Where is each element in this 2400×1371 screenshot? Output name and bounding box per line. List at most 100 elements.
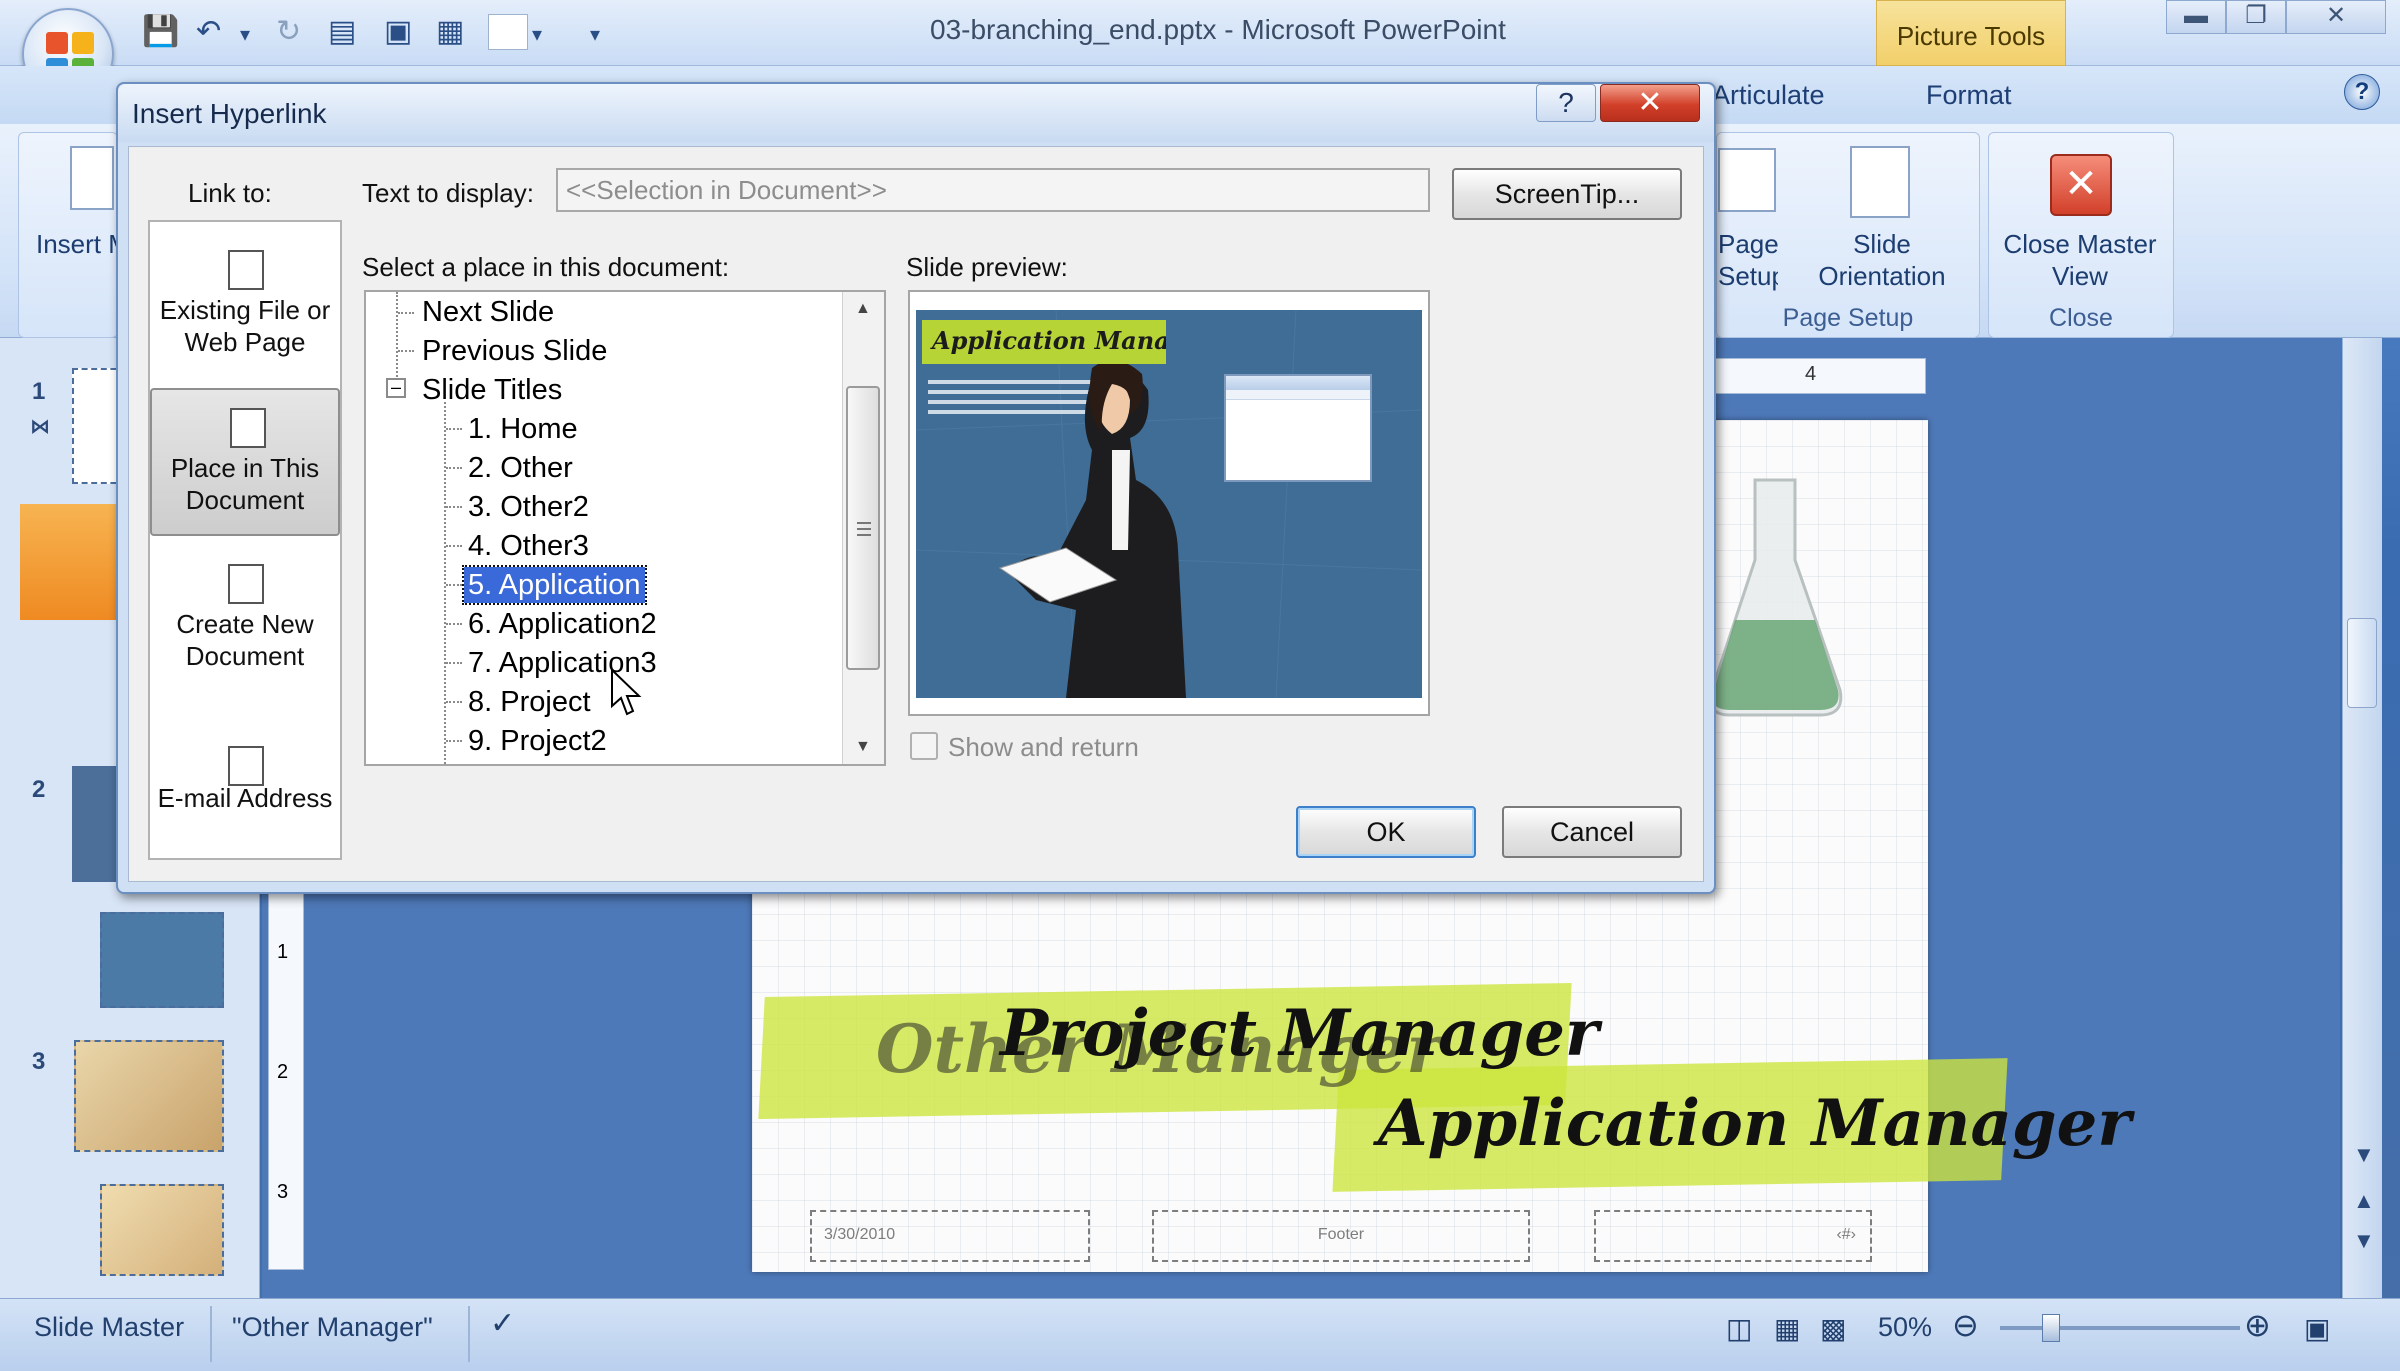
slide-number-1: 1 [32, 378, 46, 405]
new-slide-icon[interactable]: ▣ [384, 14, 412, 49]
help-icon[interactable]: ? [2344, 74, 2380, 110]
undo-dropdown-icon[interactable]: ▾ [240, 22, 250, 47]
link-to-email-address[interactable]: E-mail Address [150, 730, 340, 840]
slide-thumbnail-3-layout[interactable] [100, 1184, 224, 1276]
insert-master-label[interactable]: Insert Mas [36, 228, 116, 260]
zoom-slider-thumb[interactable] [2042, 1314, 2060, 1342]
vruler-mark-1: 1 [277, 941, 289, 963]
status-separator [210, 1306, 212, 1362]
tree-item-next-slide[interactable]: Next Slide [418, 294, 558, 330]
link-to-existing-file[interactable]: Existing File or Web Page [150, 236, 340, 386]
print-preview-icon[interactable]: ▤ [328, 14, 356, 49]
collapse-icon[interactable]: – [386, 378, 406, 398]
vertical-scrollbar[interactable]: ▼ ▲ ▼ [2342, 338, 2382, 1298]
footer-placeholder[interactable]: Footer [1152, 1210, 1530, 1262]
spell-check-icon[interactable]: ✓ [490, 1306, 515, 1341]
tree-item-slide[interactable]: 9. Project2 [464, 723, 611, 759]
select-place-label: Select a place in this document: [362, 252, 730, 282]
redo-icon[interactable]: ↻ [276, 14, 301, 49]
dialog-title: Insert Hyperlink [132, 98, 327, 129]
tree-item-slide[interactable]: 3. Other2 [464, 489, 593, 525]
dialog-close-button[interactable]: ✕ [1600, 84, 1700, 122]
ok-button[interactable]: OK [1296, 806, 1476, 858]
date-placeholder[interactable]: 3/30/2010 [810, 1210, 1090, 1262]
next-slide-icon[interactable]: ▼ [2353, 1228, 2375, 1254]
zoom-in-icon[interactable]: ⊕ [2244, 1306, 2271, 1344]
quick-access-dropdown-icon[interactable]: ▾ [532, 22, 542, 47]
slide-thumbnail-3[interactable] [74, 1040, 224, 1152]
picture-tools-tab: Picture Tools [1876, 0, 2066, 66]
customize-toolbar-icon[interactable]: ▾ [590, 22, 600, 47]
close-group-label: Close [2049, 304, 2113, 332]
page-setup-label[interactable]: Page Setup [1718, 228, 1778, 292]
slide-number-2: 2 [32, 776, 46, 803]
scroll-up-icon[interactable]: ▲ [855, 300, 871, 318]
vruler-mark-2: 2 [277, 1061, 289, 1083]
slide-preview-image [916, 310, 1422, 698]
save-icon[interactable]: 💾 [142, 14, 179, 49]
minimize-button[interactable]: ▬ [2166, 0, 2226, 34]
slide-thumbnail-2-layout[interactable] [100, 912, 224, 1008]
show-and-return-checkbox[interactable] [910, 732, 938, 760]
vruler-mark-3: 3 [277, 1181, 289, 1203]
zoom-out-icon[interactable]: ⊖ [1952, 1306, 1979, 1344]
link-to-new-document[interactable]: Create New Document [150, 558, 340, 708]
text-to-display-label: Text to display: [362, 178, 534, 208]
previous-slide-icon[interactable]: ▲ [2353, 1188, 2375, 1214]
hruler-mark-4: 4 [1805, 363, 1817, 385]
slide-number-3: 3 [32, 1048, 46, 1075]
tree-item-previous-slide[interactable]: Previous Slide [418, 333, 611, 369]
dialog-title-bar [118, 84, 1714, 142]
insert-master-icon[interactable] [70, 146, 114, 210]
show-and-return-label[interactable]: Show and return [948, 732, 1139, 763]
close-master-view-icon[interactable]: ✕ [2050, 154, 2112, 216]
tab-format[interactable]: Format [1926, 80, 2012, 111]
slide-thumbnail-1-layout[interactable] [20, 504, 120, 620]
slide-sorter-icon[interactable]: ▦ [1774, 1312, 1800, 1345]
tree-item-slide-selected[interactable]: 5. Application [462, 565, 647, 605]
cancel-button[interactable]: Cancel [1502, 806, 1682, 858]
zoom-level[interactable]: 50% [1878, 1312, 1932, 1343]
flask-image[interactable] [1700, 470, 1850, 720]
link-to-place-in-document[interactable]: Place in This Document [150, 388, 340, 536]
fit-to-window-icon[interactable]: ▣ [2304, 1312, 2330, 1345]
undo-icon[interactable]: ↶ [196, 14, 221, 49]
text-to-display-input[interactable] [556, 168, 1430, 212]
page-setup-icon[interactable] [1718, 148, 1776, 212]
screentip-button[interactable]: ScreenTip... [1452, 168, 1682, 220]
slide-title-project-manager[interactable]: Project Manager [1000, 996, 1599, 1071]
window-close-button[interactable]: ✕ [2286, 0, 2386, 34]
dialog-help-button[interactable]: ? [1536, 84, 1596, 122]
tree-item-slide-titles[interactable]: Slide Titles [418, 372, 566, 408]
page-setup-group-label: Page Setup [1782, 304, 1914, 332]
slide-orientation-button[interactable]: Slide Orientation [1796, 228, 1968, 292]
link-to-label: Link to: [188, 178, 272, 208]
maximize-button[interactable]: ❐ [2226, 0, 2286, 34]
status-view-name: Slide Master [34, 1312, 185, 1342]
quick-access-box[interactable] [488, 14, 528, 50]
scroll-down-icon[interactable]: ▼ [2353, 1142, 2375, 1168]
slide-show-icon[interactable]: ▩ [1820, 1312, 1846, 1345]
horizontal-ruler: 4 [1712, 358, 1926, 394]
normal-view-icon[interactable]: ◫ [1726, 1312, 1752, 1345]
slide-orientation-icon[interactable] [1850, 146, 1910, 218]
window-title: 03-branching_end.pptx - Microsoft PowerP… [930, 14, 1506, 45]
slide-preview-label: Slide preview: [906, 252, 1068, 282]
slide-number-placeholder[interactable]: ‹#› [1594, 1210, 1872, 1262]
vertical-ruler: 1 2 3 [268, 880, 304, 1270]
tree-scroll-thumb[interactable] [846, 386, 880, 670]
close-master-view-button[interactable]: Close Master View [1994, 228, 2166, 292]
tree-item-slide[interactable]: 1. Home [464, 411, 582, 447]
tab-articulate[interactable]: Articulate [1712, 80, 1825, 111]
tree-item-slide[interactable]: 8. Project [464, 684, 595, 720]
zoom-slider[interactable] [2000, 1326, 2240, 1330]
slide-title-application-manager[interactable]: Application Manager [1378, 1086, 2131, 1161]
scroll-down-icon[interactable]: ▼ [855, 738, 871, 756]
tree-item-slide[interactable]: 2. Other [464, 450, 577, 486]
tree-item-slide[interactable]: 6. Application2 [464, 606, 661, 642]
pin-icon: ⋈ [30, 416, 50, 438]
tree-item-slide[interactable]: 4. Other3 [464, 528, 593, 564]
scroll-thumb[interactable] [2347, 618, 2377, 708]
grid-icon[interactable]: ▦ [436, 14, 464, 49]
document-place-icon [230, 408, 266, 448]
